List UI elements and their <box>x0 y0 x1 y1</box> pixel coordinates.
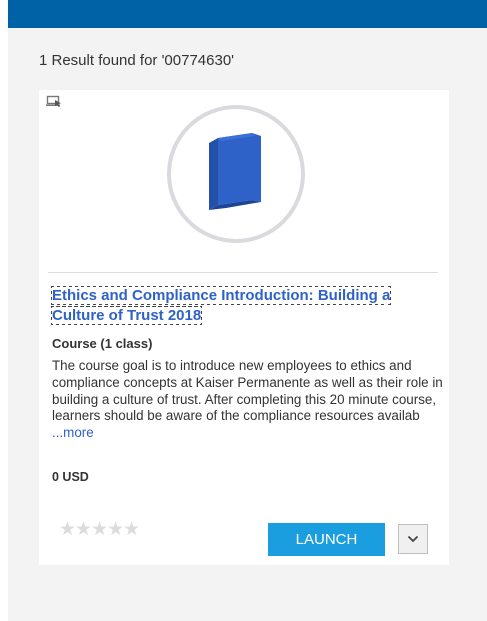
card-divider <box>48 272 438 273</box>
book-icon <box>167 105 305 243</box>
star-rating[interactable]: ★★★★★ <box>59 520 140 540</box>
course-price: 0 USD <box>52 470 89 484</box>
course-title-link[interactable]: Ethics and Compliance Introduction: Buil… <box>50 286 442 326</box>
more-link[interactable]: ...more <box>52 425 94 440</box>
description-text: The course goal is to introduce new empl… <box>52 358 443 424</box>
more-options-button[interactable] <box>398 524 428 554</box>
chevron-down-icon <box>407 535 419 543</box>
result-count: 1 Result found for '00774630' <box>39 52 235 69</box>
launch-button[interactable]: LAUNCH <box>268 523 385 556</box>
course-description: The course goal is to introduce new empl… <box>52 358 444 442</box>
online-delivery-icon <box>46 95 61 107</box>
course-type: Course (1 class) <box>52 336 153 351</box>
page: 1 Result found for '00774630' Ethics and… <box>0 0 487 621</box>
results-panel: 1 Result found for '00774630' Ethics and… <box>8 28 487 621</box>
course-title-text: Ethics and Compliance Introduction: Buil… <box>50 286 392 325</box>
top-bar <box>8 0 487 28</box>
course-card: Ethics and Compliance Introduction: Buil… <box>39 90 449 565</box>
